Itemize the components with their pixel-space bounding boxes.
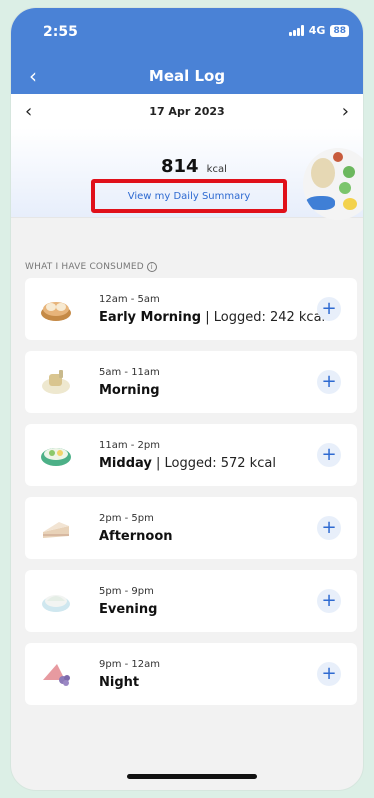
- selected-date: 17 Apr 2023: [149, 104, 225, 118]
- add-meal-button[interactable]: +: [317, 589, 341, 613]
- battery-icon: 88: [330, 24, 349, 37]
- add-meal-button[interactable]: +: [317, 662, 341, 686]
- meal-name: Evening: [99, 602, 158, 617]
- toast-icon: [42, 370, 70, 394]
- phone-frame: 2:55 4G 88 ‹ Meal Log ‹ 17 Apr 2023 › 81…: [10, 7, 364, 791]
- kcal-unit: kcal: [206, 164, 227, 175]
- network-label: 4G: [308, 24, 326, 37]
- add-meal-button[interactable]: +: [317, 370, 341, 394]
- previous-day-icon[interactable]: ‹: [25, 101, 32, 122]
- meal-card-afternoon[interactable]: 2pm - 5pm Afternoon +: [25, 497, 357, 559]
- app-header: ‹ Meal Log: [11, 58, 363, 94]
- total-kcal: 814 kcal: [161, 156, 227, 177]
- status-time: 2:55: [43, 24, 78, 40]
- view-daily-summary-link[interactable]: View my Daily Summary: [128, 191, 251, 202]
- date-navigator: ‹ 17 Apr 2023 ›: [11, 94, 363, 128]
- meal-card-morning[interactable]: 5am - 11am Morning +: [25, 351, 357, 413]
- status-right: 4G 88: [288, 24, 349, 37]
- highlight-box: View my Daily Summary: [91, 179, 287, 213]
- meal-name: Midday | Logged: 572 kcal: [99, 456, 276, 471]
- daily-summary-panel: 814 kcal View my Daily Summary: [11, 128, 363, 220]
- meal-time: 12am - 5am: [99, 294, 160, 305]
- add-meal-button[interactable]: +: [317, 297, 341, 321]
- dumpling-basket-icon: [41, 302, 71, 321]
- meal-time: 5am - 11am: [99, 367, 160, 378]
- salad-bowl-icon: [41, 448, 71, 466]
- meal-card-early-morning[interactable]: 12am - 5am Early Morning | Logged: 242 k…: [25, 278, 357, 340]
- meal-card-night[interactable]: 9pm - 12am Night +: [25, 643, 357, 705]
- meal-name: Night: [99, 675, 140, 690]
- info-icon[interactable]: i: [146, 262, 157, 272]
- meal-time: 11am - 2pm: [99, 440, 161, 451]
- meal-time: 5pm - 9pm: [99, 586, 154, 597]
- meal-plate-icon: [303, 148, 363, 220]
- meal-logged: | Logged: 572 kcal: [151, 456, 276, 471]
- cake-slice-icon: [43, 522, 69, 538]
- add-meal-button[interactable]: +: [317, 443, 341, 467]
- meal-time: 9pm - 12am: [99, 659, 161, 670]
- meal-logged: | Logged: 242 kcal: [201, 310, 326, 325]
- pie-icon: [42, 595, 70, 612]
- meal-card-evening[interactable]: 5pm - 9pm Evening +: [25, 570, 357, 632]
- meal-name: Early Morning | Logged: 242 kcal: [99, 310, 326, 325]
- home-indicator[interactable]: [127, 774, 257, 779]
- back-arrow-icon[interactable]: ‹: [29, 64, 37, 88]
- next-day-icon[interactable]: ›: [342, 101, 349, 122]
- section-title: WHAT I HAVE CONSUMED i: [25, 262, 157, 272]
- add-meal-button[interactable]: +: [317, 516, 341, 540]
- fruit-icon: [43, 664, 70, 686]
- meal-name: Afternoon: [99, 529, 173, 544]
- status-bar: 2:55 4G 88: [11, 8, 363, 58]
- kcal-value: 814: [161, 156, 199, 177]
- signal-icon: [288, 25, 304, 36]
- meal-card-midday[interactable]: 11am - 2pm Midday | Logged: 572 kcal +: [25, 424, 357, 486]
- page-title: Meal Log: [148, 67, 226, 85]
- meal-name: Morning: [99, 383, 160, 398]
- meal-time: 2pm - 5pm: [99, 513, 154, 524]
